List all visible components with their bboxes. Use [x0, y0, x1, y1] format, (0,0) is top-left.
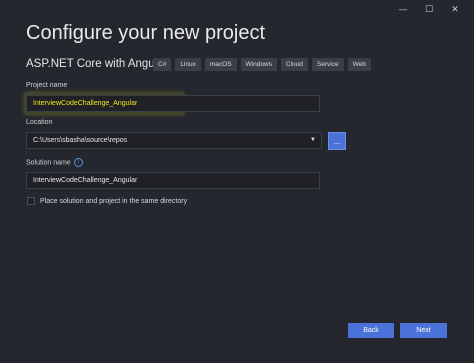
same-directory-checkbox[interactable]: [27, 197, 35, 205]
template-name: ASP.NET Core with Angular: [26, 58, 168, 70]
back-button[interactable]: Back: [348, 323, 394, 338]
chevron-down-icon[interactable]: ▼: [310, 137, 316, 143]
location-label: Location: [26, 119, 53, 126]
tag-service: Service: [311, 58, 344, 71]
location-value: C:\Users\sbasha\source\repos: [33, 137, 128, 144]
template-tags: C# Linux macOS Windows Cloud Service Web: [153, 58, 371, 71]
project-name-input[interactable]: InterviewCodeChallenge_Angular: [26, 95, 320, 112]
location-dropdown[interactable]: C:\Users\sbasha\source\repos ▼: [26, 132, 322, 149]
page-title: Configure your new project: [26, 22, 266, 44]
same-directory-label: Place solution and project in the same d…: [40, 197, 188, 205]
same-directory-option[interactable]: Place solution and project in the same d…: [27, 197, 187, 205]
tag-cloud: Cloud: [280, 58, 308, 71]
tag-csharp: C#: [153, 58, 172, 71]
maximize-icon[interactable]: ☐: [416, 2, 442, 18]
close-icon[interactable]: ✕: [442, 2, 468, 18]
solution-name-value: InterviewCodeChallenge_Angular: [33, 177, 138, 184]
solution-name-label-row: Solution name i: [26, 158, 83, 167]
window-controls: — ☐ ✕: [390, 2, 468, 18]
minimize-icon[interactable]: —: [390, 2, 416, 18]
tag-linux: Linux: [175, 58, 201, 71]
project-name-label: Project name: [26, 82, 68, 89]
dialog-window: — ☐ ✕ Configure your new project ASP.NET…: [0, 0, 474, 363]
info-icon[interactable]: i: [73, 158, 83, 167]
tag-macos: macOS: [204, 58, 237, 71]
browse-button[interactable]: ...: [328, 132, 346, 150]
next-button[interactable]: Next: [400, 323, 447, 338]
tag-web: Web: [347, 58, 371, 71]
tag-windows: Windows: [240, 58, 277, 71]
project-name-value: InterviewCodeChallenge_Angular: [33, 100, 138, 107]
solution-name-label: Solution name: [26, 159, 71, 167]
solution-name-input[interactable]: InterviewCodeChallenge_Angular: [26, 172, 320, 189]
